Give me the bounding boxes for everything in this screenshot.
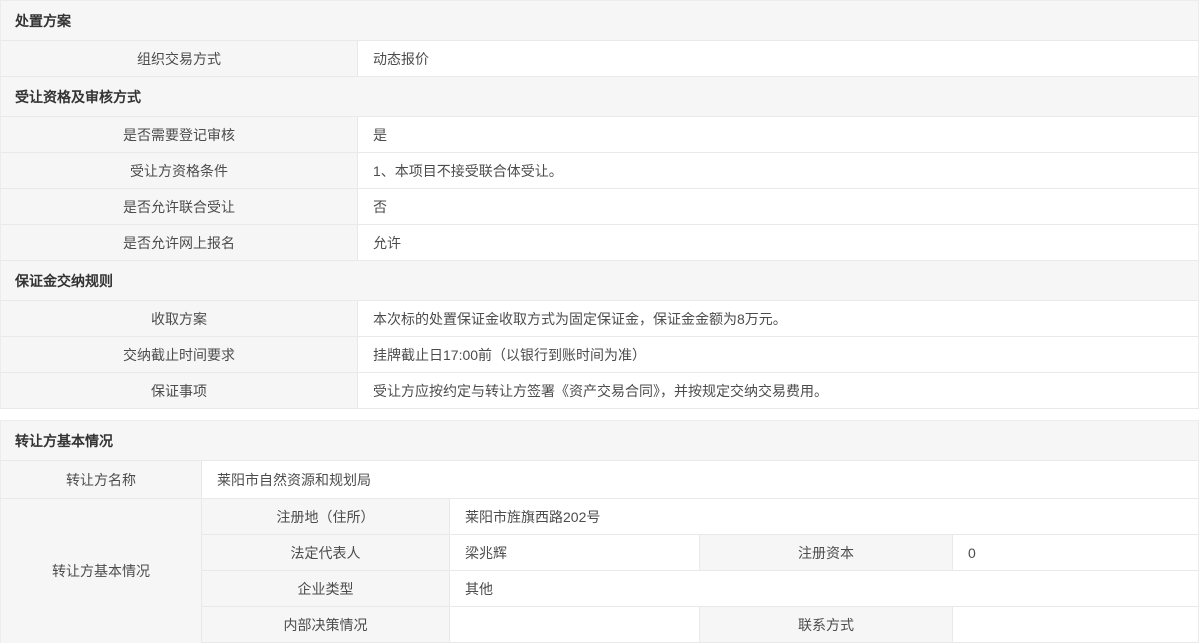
field-row-joint-transfer: 是否允许联合受让 否 bbox=[1, 189, 1198, 225]
field-label: 联系方式 bbox=[700, 607, 953, 642]
field-label: 是否需要登记审核 bbox=[1, 117, 358, 152]
section-title: 受让资格及审核方式 bbox=[15, 87, 141, 107]
field-row-internal-decision: 内部决策情况 联系方式 bbox=[202, 607, 1198, 643]
field-label: 内部决策情况 bbox=[202, 607, 450, 642]
field-row-payment-deadline: 交纳截止时间要求 挂牌截止日17:00前（以银行到账时间为准） bbox=[1, 337, 1198, 373]
section-title: 保证金交纳规则 bbox=[15, 271, 113, 291]
section-header-transferor-info: 转让方基本情况 bbox=[1, 421, 1198, 461]
transferor-details-rows: 注册地（住所） 莱阳市旌旗西路202号 法定代表人 梁兆辉 注册资本 0 企业类… bbox=[202, 499, 1198, 643]
field-row-guarantee-matters: 保证事项 受让方应按约定与转让方签署《资产交易合同》，并按规定交纳交易费用。 bbox=[1, 373, 1198, 409]
transferor-details-group: 转让方基本情况 注册地（住所） 莱阳市旌旗西路202号 法定代表人 梁兆辉 注册… bbox=[1, 499, 1198, 643]
field-label: 交纳截止时间要求 bbox=[1, 337, 358, 372]
field-value: 莱阳市旌旗西路202号 bbox=[450, 499, 1198, 534]
field-label: 注册地（住所） bbox=[202, 499, 450, 534]
section-header-deposit-rules: 保证金交纳规则 bbox=[1, 261, 1198, 301]
field-row-company-type: 企业类型 其他 bbox=[202, 571, 1198, 607]
field-value: 否 bbox=[358, 189, 1198, 224]
field-value: 其他 bbox=[450, 571, 1198, 606]
field-row-transferor-name: 转让方名称 莱阳市自然资源和规划局 bbox=[1, 461, 1198, 499]
field-label: 注册资本 bbox=[700, 535, 953, 570]
field-label: 组织交易方式 bbox=[1, 41, 358, 76]
section-title: 处置方案 bbox=[15, 11, 71, 31]
section-header-disposal-plan: 处置方案 bbox=[1, 1, 1198, 41]
field-value: 是 bbox=[358, 117, 1198, 152]
field-value: 1、本项目不接受联合体受让。 bbox=[358, 153, 1198, 188]
field-row-registered-address: 注册地（住所） 莱阳市旌旗西路202号 bbox=[202, 499, 1198, 535]
field-label: 转让方名称 bbox=[1, 461, 202, 498]
field-value: 允许 bbox=[358, 225, 1198, 260]
section-title: 转让方基本情况 bbox=[15, 431, 113, 451]
listing-detail-tables: 处置方案 组织交易方式 动态报价 受让资格及审核方式 是否需要登记审核 是 受让… bbox=[0, 0, 1199, 409]
field-label: 法定代表人 bbox=[202, 535, 450, 570]
field-value: 本次标的处置保证金收取方式为固定保证金，保证金金额为8万元。 bbox=[358, 301, 1198, 336]
field-row-legal-representative: 法定代表人 梁兆辉 注册资本 0 bbox=[202, 535, 1198, 571]
transferor-info-table: 转让方基本情况 转让方名称 莱阳市自然资源和规划局 转让方基本情况 注册地（住所… bbox=[0, 420, 1199, 643]
field-value: 受让方应按约定与转让方签署《资产交易合同》，并按规定交纳交易费用。 bbox=[358, 373, 1198, 408]
field-label: 企业类型 bbox=[202, 571, 450, 606]
field-label: 受让方资格条件 bbox=[1, 153, 358, 188]
section-header-transfer-qualification: 受让资格及审核方式 bbox=[1, 77, 1198, 117]
field-row-transferee-conditions: 受让方资格条件 1、本项目不接受联合体受让。 bbox=[1, 153, 1198, 189]
field-label: 收取方案 bbox=[1, 301, 358, 336]
field-value: 0 bbox=[953, 535, 1198, 570]
group-label-transferor-basic-info: 转让方基本情况 bbox=[1, 499, 202, 643]
field-label: 是否允许网上报名 bbox=[1, 225, 358, 260]
field-value: 莱阳市自然资源和规划局 bbox=[202, 461, 1198, 498]
field-row-trade-method: 组织交易方式 动态报价 bbox=[1, 41, 1198, 77]
field-row-online-signup: 是否允许网上报名 允许 bbox=[1, 225, 1198, 261]
field-value: 梁兆辉 bbox=[450, 535, 700, 570]
field-row-collection-plan: 收取方案 本次标的处置保证金收取方式为固定保证金，保证金金额为8万元。 bbox=[1, 301, 1198, 337]
field-value: 动态报价 bbox=[358, 41, 1198, 76]
field-row-registration-review: 是否需要登记审核 是 bbox=[1, 117, 1198, 153]
field-value: 挂牌截止日17:00前（以银行到账时间为准） bbox=[358, 337, 1198, 372]
field-value bbox=[450, 607, 700, 642]
asset-transaction-detail-page: 处置方案 组织交易方式 动态报价 受让资格及审核方式 是否需要登记审核 是 受让… bbox=[0, 0, 1199, 644]
field-label: 是否允许联合受让 bbox=[1, 189, 358, 224]
field-value bbox=[953, 607, 1198, 642]
field-label: 保证事项 bbox=[1, 373, 358, 408]
